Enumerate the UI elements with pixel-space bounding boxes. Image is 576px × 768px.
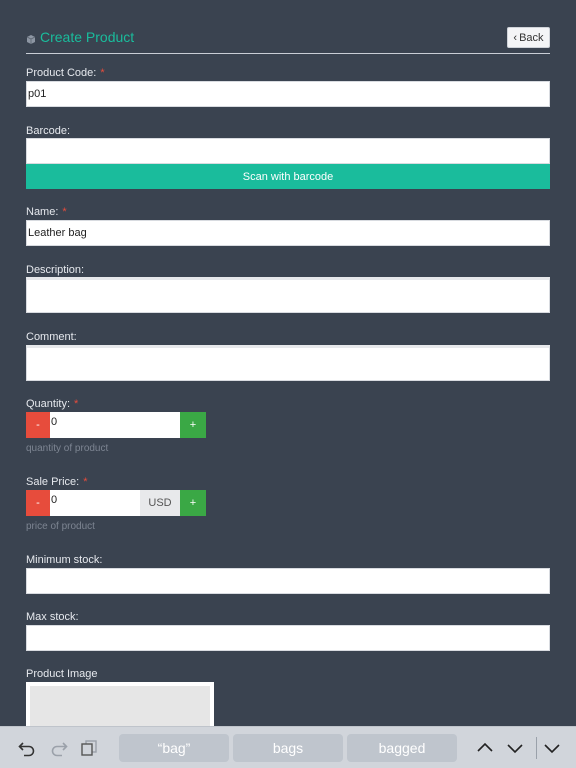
max-stock-label: Max stock: — [26, 611, 79, 623]
quantity-increment-button[interactable]: + — [180, 412, 206, 438]
price-increment-button[interactable]: + — [180, 490, 206, 516]
page-title: Create Product — [40, 29, 135, 45]
back-button-label: Back — [519, 31, 544, 44]
name-input[interactable]: Leather bag — [26, 220, 550, 246]
sale-price-hint: price of product — [26, 521, 95, 532]
quantity-input[interactable]: 0 — [50, 412, 180, 438]
chevron-left-icon: ‹ — [513, 31, 518, 44]
minimum-stock-input[interactable] — [26, 568, 550, 594]
description-label: Description: — [26, 264, 85, 276]
description-textarea[interactable] — [26, 277, 550, 313]
product-image-label: Product Image — [26, 668, 98, 680]
price-decrement-button[interactable]: - — [26, 490, 50, 516]
required-marker: * — [100, 67, 105, 79]
keyboard-shortcut-bar: “bag” bags bagged — [0, 726, 576, 768]
sale-price-input[interactable]: 0 — [50, 490, 140, 516]
product-image-upload[interactable] — [26, 682, 214, 732]
undo-icon[interactable] — [18, 739, 36, 757]
chevron-up-icon[interactable] — [476, 739, 494, 757]
quantity-stepper: - 0 + — [26, 412, 206, 438]
barcode-input[interactable] — [26, 138, 550, 164]
name-label: Name: * — [26, 206, 67, 218]
redo-icon[interactable] — [50, 739, 68, 757]
max-stock-input[interactable] — [26, 625, 550, 651]
sale-price-label: Sale Price: * — [26, 476, 88, 488]
currency-addon: USD — [140, 490, 180, 516]
required-marker: * — [83, 476, 88, 488]
suggestion-1[interactable]: “bag” — [119, 734, 229, 762]
quantity-hint: quantity of product — [26, 443, 109, 454]
minimum-stock-label: Minimum stock: — [26, 554, 103, 566]
required-marker: * — [74, 398, 79, 410]
box-icon — [26, 35, 36, 44]
divider — [536, 737, 537, 759]
suggestion-2[interactable]: bags — [233, 734, 343, 762]
product-code-input[interactable]: p01 — [26, 81, 550, 107]
scan-barcode-button[interactable]: Scan with barcode — [26, 164, 550, 189]
chevron-down-icon[interactable] — [506, 739, 524, 757]
dismiss-keyboard-icon[interactable] — [543, 739, 561, 757]
product-code-label: Product Code: * — [26, 67, 105, 79]
page-header: Create Product — [26, 26, 550, 54]
comment-textarea[interactable] — [26, 345, 550, 381]
quantity-decrement-button[interactable]: - — [26, 412, 50, 438]
barcode-label: Barcode: — [26, 125, 71, 137]
comment-label: Comment: — [26, 331, 77, 343]
paste-icon[interactable] — [80, 739, 98, 757]
back-button[interactable]: ‹ Back — [507, 27, 550, 48]
sale-price-stepper: - 0 USD + — [26, 490, 206, 516]
quantity-label: Quantity: * — [26, 398, 79, 410]
suggestion-3[interactable]: bagged — [347, 734, 457, 762]
required-marker: * — [62, 206, 67, 218]
